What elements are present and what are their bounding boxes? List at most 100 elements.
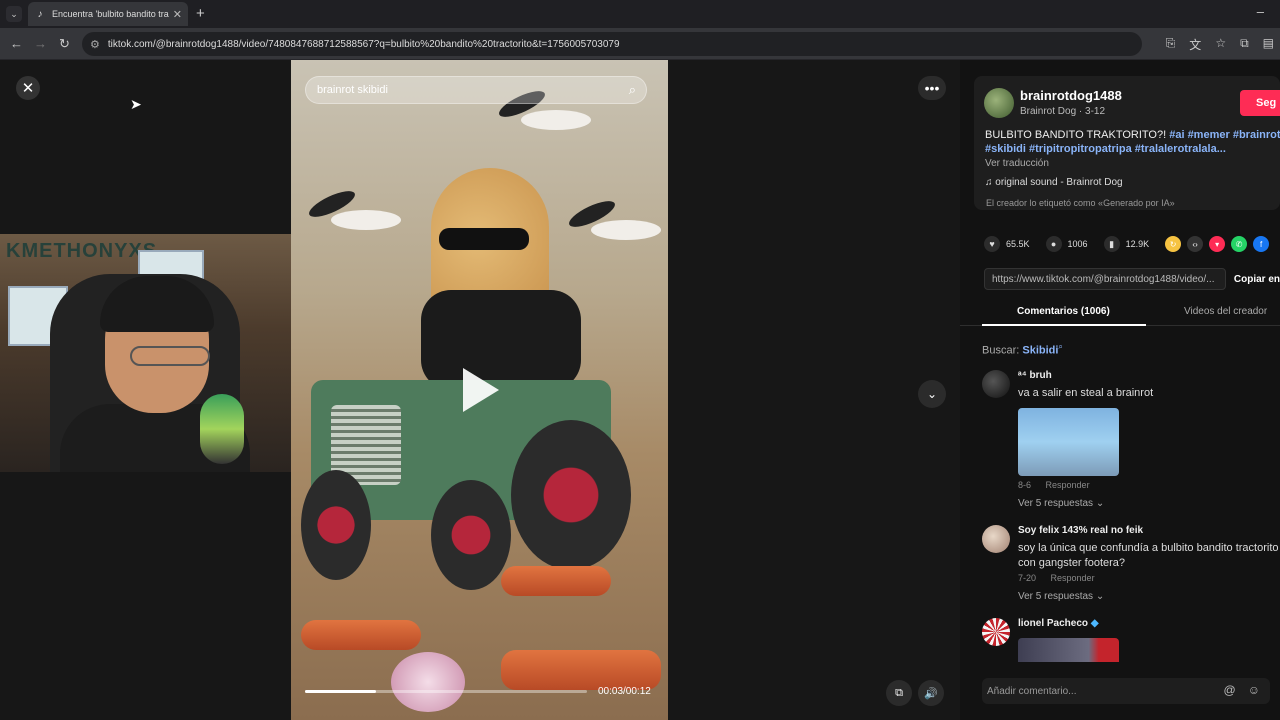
picture-in-picture-icon[interactable]: ⧉	[886, 680, 912, 706]
search-suggestion-icon: ⌕	[1058, 342, 1063, 351]
comment-date: 7-20	[1018, 573, 1037, 583]
comment-image[interactable]	[1018, 638, 1119, 662]
view-replies-label: Ver 5 respuestas	[1018, 591, 1094, 602]
tiktok-favicon-icon: ♪	[37, 8, 43, 20]
like-heart-icon[interactable]: ♥	[984, 236, 1000, 252]
comment-input-placeholder: Añadir comentario...	[987, 685, 1077, 697]
view-replies-button[interactable]: Ver 5 respuestas ⌄	[1018, 591, 1104, 602]
tab-close-icon[interactable]: ✕	[173, 8, 182, 21]
minimize-window-icon[interactable]: –	[1257, 4, 1264, 19]
reply-button[interactable]: Responder	[1051, 573, 1095, 583]
sound-link[interactable]: ♫ original sound - Brainrot Dog	[985, 177, 1123, 188]
install-app-icon[interactable]: ⎘	[1166, 36, 1176, 53]
emoji-icon[interactable]: ☺	[1248, 683, 1260, 697]
comment-author-name: lionel Pacheco	[1018, 618, 1089, 629]
comment-avatar[interactable]	[982, 618, 1010, 646]
hashtag-link[interactable]: #tripitropitropatripa	[1029, 143, 1132, 155]
webcam-microphone	[200, 394, 244, 464]
hashtag-link[interactable]: #tralalerotralala...	[1135, 143, 1226, 155]
stork-illustration	[591, 220, 661, 240]
translate-link[interactable]: Ver traducción	[985, 158, 1049, 169]
save-count: 12.9K	[1125, 239, 1150, 249]
author-avatar[interactable]	[984, 88, 1014, 118]
tractor-wheel	[511, 420, 631, 570]
description-text: BULBITO BANDITO TRAKTORITO?!	[985, 129, 1170, 141]
browser-tab[interactable]: ♪ Encuentra 'bulbito bandito trac ✕	[28, 2, 188, 26]
tab-comments[interactable]: Comentarios (1006)	[1017, 306, 1110, 317]
new-tab-icon[interactable]: +	[196, 5, 205, 22]
potato-jacket	[421, 290, 581, 390]
reply-button[interactable]: Responder	[1046, 480, 1090, 490]
comment-input[interactable]: Añadir comentario... @ ☺	[982, 678, 1270, 704]
comment-avatar[interactable]	[982, 525, 1010, 553]
copy-link-button[interactable]: Copiar en	[1234, 274, 1280, 285]
like-count: 65.5K	[1006, 239, 1030, 249]
comment-author[interactable]: Soy felix 143% real no feik	[1018, 525, 1143, 536]
hashtag-link[interactable]: #memer	[1188, 129, 1230, 141]
more-options-icon[interactable]: •••	[918, 76, 946, 100]
facebook-share-icon[interactable]: f	[1253, 236, 1270, 252]
comment-meta: 7-20 Responder	[1018, 573, 1095, 583]
sound-name: original sound - Brainrot Dog	[995, 177, 1123, 188]
forward-icon[interactable]: →	[34, 36, 47, 51]
potato-sunglasses	[439, 228, 529, 250]
comment-image[interactable]	[1018, 408, 1119, 476]
volume-icon[interactable]: 🔊	[918, 680, 944, 706]
url-field[interactable]: ⚙ tiktok.com/@brainrotdog1488/video/7480…	[82, 32, 1142, 56]
tractor-wheel	[301, 470, 371, 580]
video-link-field[interactable]: https://www.tiktok.com/@brainrotdog1488/…	[984, 268, 1226, 290]
stork-illustration	[521, 110, 591, 130]
back-icon[interactable]: ←	[10, 36, 23, 51]
comment-avatar[interactable]	[982, 370, 1010, 398]
comment-item: Soy felix 143% real no feik soy la única…	[982, 525, 1280, 602]
close-icon[interactable]: ✕	[16, 76, 40, 100]
music-note-icon: ♫	[985, 177, 993, 188]
comment-date: 8-6	[1018, 480, 1032, 490]
author-nickname: Brainrot Dog · 3-12	[1020, 106, 1106, 117]
video-player[interactable]: brainrot skibidi ⌕ 00:03/00:12	[291, 60, 668, 720]
video-time: 00:03/00:12	[598, 686, 651, 697]
search-suggestion-query[interactable]: Skibidi	[1022, 345, 1058, 357]
onion-illustration	[391, 652, 465, 712]
repost-share-icon[interactable]: ↻	[1165, 236, 1182, 252]
comment-bubble-icon[interactable]: ●	[1045, 236, 1062, 252]
video-search-input[interactable]: brainrot skibidi ⌕	[305, 76, 647, 104]
follow-button[interactable]: Seg	[1240, 90, 1280, 116]
search-icon[interactable]: ⌕	[629, 82, 636, 98]
whatsapp-share-icon[interactable]: ✆	[1231, 236, 1248, 252]
bookmark-icon[interactable]: ▮	[1103, 236, 1120, 252]
embed-code-icon[interactable]: ‹›	[1187, 236, 1204, 252]
play-icon[interactable]	[463, 368, 499, 412]
tab-search-icon[interactable]: ⌄	[6, 6, 22, 22]
author-username[interactable]: brainrotdog1488	[1020, 88, 1122, 103]
video-progress-fill	[305, 690, 376, 693]
view-replies-button[interactable]: Ver 5 respuestas ⌄	[1018, 498, 1104, 509]
hashtag-link[interactable]: #skibidi	[985, 143, 1026, 155]
reload-icon[interactable]: ↻	[59, 36, 70, 52]
site-settings-icon[interactable]: ⚙	[90, 38, 100, 51]
translate-icon[interactable]: 文	[1189, 36, 1201, 53]
hashtag-link[interactable]: #brainrot	[1233, 129, 1280, 141]
view-replies-label: Ver 5 respuestas	[1018, 498, 1094, 509]
engagement-stats: ♥ 65.5K ● 1006 ▮ 12.9K ↻ ‹› ▾ ✆ f	[984, 236, 1270, 252]
chevron-down-icon: ⌄	[1095, 498, 1105, 509]
hashtag-link[interactable]: #ai	[1169, 129, 1184, 141]
active-tab-indicator	[982, 324, 1146, 326]
next-video-chevron-down-icon[interactable]: ⌄	[918, 380, 946, 408]
search-suggestion: Buscar: Skibidi⌕	[982, 342, 1063, 357]
comment-count: 1006	[1067, 239, 1088, 249]
sidebar-icon[interactable]: ▤	[1263, 36, 1274, 53]
sausage-illustration	[301, 620, 421, 650]
tab-creator-videos[interactable]: Videos del creador	[1184, 306, 1267, 317]
comment-author[interactable]: lionel Pacheco ◆	[1018, 618, 1099, 629]
comment-input-icons: @ ☺	[1224, 683, 1260, 697]
video-progress-bar[interactable]	[305, 690, 587, 693]
extensions-icon[interactable]: ⧉	[1240, 36, 1249, 53]
send-friends-share-icon[interactable]: ▾	[1209, 236, 1226, 252]
mention-at-icon[interactable]: @	[1224, 683, 1236, 697]
tractor-wheel	[431, 480, 511, 590]
browser-tab-strip: ⌄ ♪ Encuentra 'bulbito bandito trac ✕ + …	[0, 0, 1280, 28]
comment-author[interactable]: ᵃ⁴ bruh	[1018, 370, 1052, 381]
verified-diamond-icon: ◆	[1090, 618, 1099, 629]
bookmark-star-icon[interactable]: ☆	[1215, 36, 1226, 53]
